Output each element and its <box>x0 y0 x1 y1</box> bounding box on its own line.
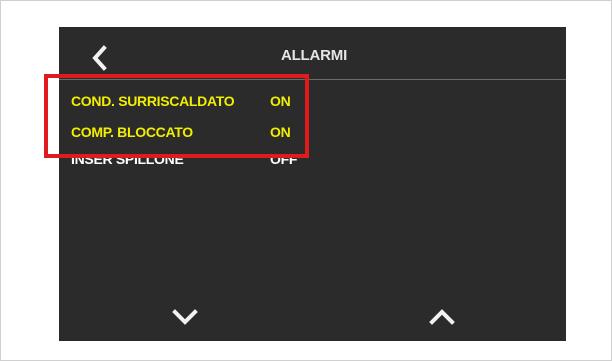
scroll-up-button[interactable] <box>428 307 456 327</box>
chevron-down-icon <box>172 309 198 325</box>
scroll-down-button[interactable] <box>171 307 199 327</box>
chevron-up-icon <box>429 309 455 325</box>
annotation-highlight-box <box>44 74 309 158</box>
